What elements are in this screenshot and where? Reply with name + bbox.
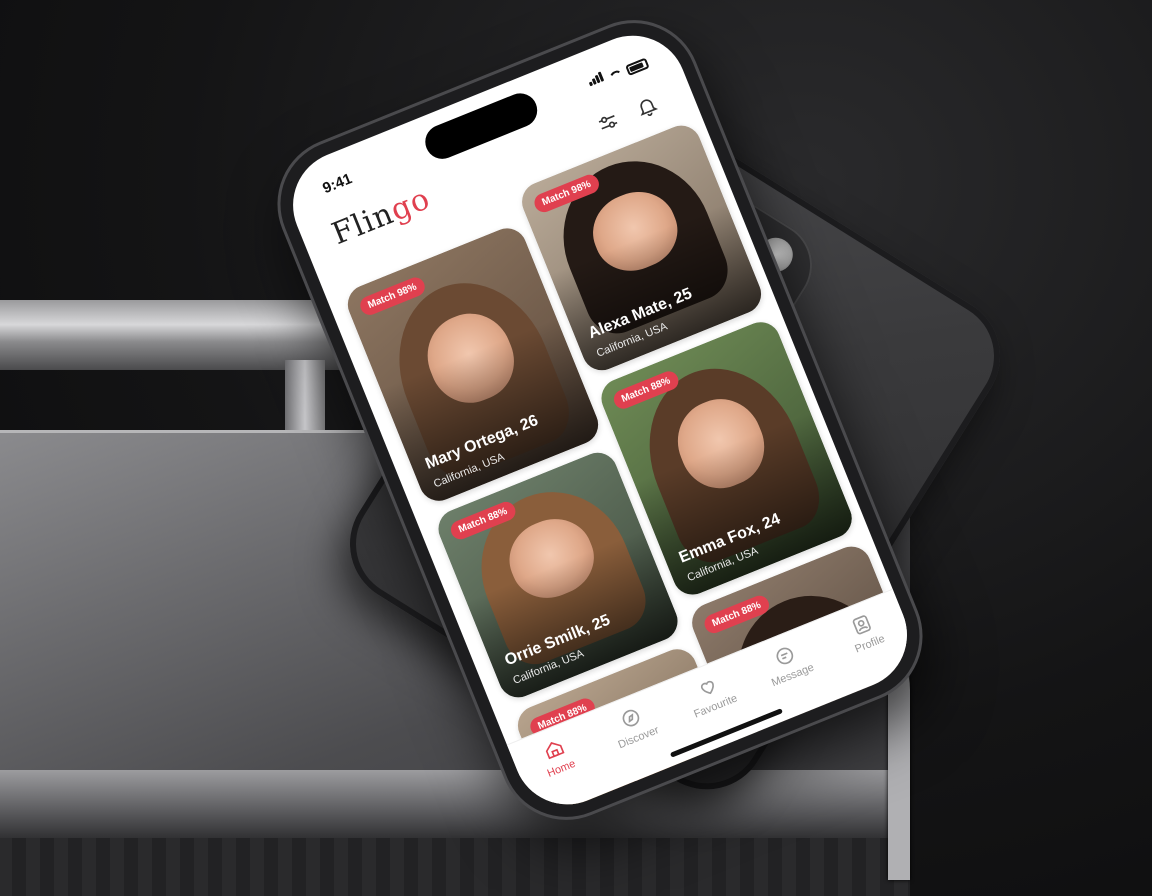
filter-icon[interactable]	[591, 105, 625, 139]
nav-profile[interactable]: Profile	[828, 603, 902, 662]
background-stand-foot	[0, 838, 910, 896]
heart-icon	[694, 673, 723, 702]
top-actions	[591, 90, 664, 140]
nav-discover[interactable]: Discover	[597, 696, 671, 755]
nav-favourite[interactable]: Favourite	[674, 665, 748, 724]
compass-icon	[616, 704, 645, 733]
nav-message[interactable]: Message	[751, 634, 825, 693]
nav-home[interactable]: Home	[520, 727, 594, 786]
profile-icon	[848, 610, 877, 639]
dynamic-island	[420, 88, 543, 164]
battery-icon	[625, 57, 650, 76]
bell-icon[interactable]	[630, 90, 664, 124]
home-icon	[539, 735, 568, 764]
background-stand-lip	[0, 770, 910, 840]
signal-icon	[585, 68, 607, 91]
status-icons	[585, 51, 650, 91]
wifi-icon	[607, 68, 625, 84]
message-icon	[771, 642, 800, 671]
status-time: 9:41	[320, 170, 355, 198]
